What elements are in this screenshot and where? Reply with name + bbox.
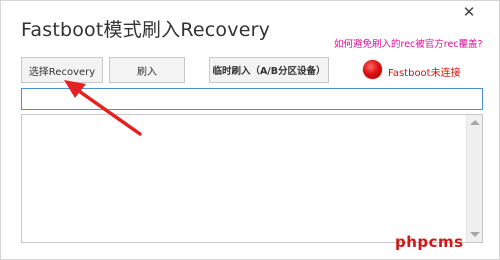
status-indicator-icon (363, 60, 382, 79)
flash-button[interactable]: 刷入 (109, 57, 185, 83)
app-window: Fastboot模式刷入Recovery ✕ 如何避免刷入的rec被官方rec覆… (0, 0, 500, 260)
help-link[interactable]: 如何避免刷入的rec被官方rec覆盖? (334, 36, 483, 50)
close-icon[interactable]: ✕ (460, 3, 478, 21)
window-title: Fastboot模式刷入Recovery (21, 19, 271, 41)
temp-flash-button[interactable]: 临时刷入（A/B分区设备） (209, 57, 329, 83)
recovery-path-input[interactable] (21, 88, 483, 110)
scroll-down-icon[interactable] (470, 232, 480, 237)
connection-status: Fastboot未连接 (388, 68, 461, 79)
log-scrollbar[interactable] (466, 115, 482, 242)
watermark: phpcms (395, 233, 464, 251)
log-textarea[interactable] (21, 114, 483, 243)
select-recovery-button[interactable]: 选择Recovery (21, 57, 103, 83)
scroll-up-icon[interactable] (470, 120, 480, 125)
